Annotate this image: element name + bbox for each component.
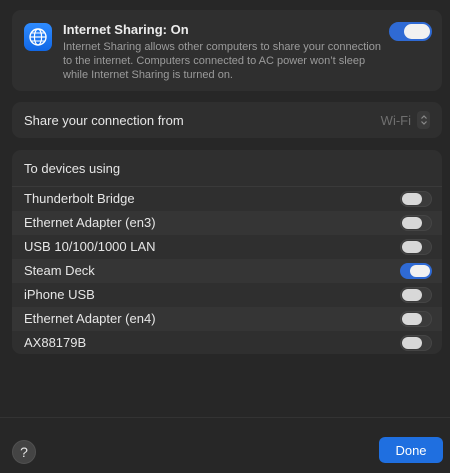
- device-toggle[interactable]: [400, 263, 432, 279]
- device-label: Thunderbolt Bridge: [24, 191, 135, 206]
- device-row-iphone-usb: iPhone USB: [12, 283, 442, 307]
- toggle-knob: [402, 241, 422, 253]
- device-toggle[interactable]: [400, 239, 432, 255]
- device-toggle[interactable]: [400, 191, 432, 207]
- page-title: Internet Sharing: On: [63, 22, 189, 37]
- device-row-thunderbolt-bridge: Thunderbolt Bridge: [12, 187, 442, 211]
- device-toggle[interactable]: [400, 215, 432, 231]
- device-label: Ethernet Adapter (en4): [24, 311, 156, 326]
- device-row-ethernet-en4: Ethernet Adapter (en4): [12, 307, 442, 331]
- device-row-usb-lan: USB 10/100/1000 LAN: [12, 235, 442, 259]
- devices-section: To devices using Thunderbolt Bridge Ethe…: [12, 150, 442, 354]
- share-from-label: Share your connection from: [24, 113, 184, 128]
- toggle-knob: [402, 289, 422, 301]
- footer-divider: [0, 417, 450, 418]
- share-from-value: Wi-Fi: [380, 112, 411, 128]
- chevron-up-down-icon: [417, 111, 430, 129]
- done-button[interactable]: Done: [379, 437, 443, 463]
- devices-title: To devices using: [24, 161, 121, 176]
- device-toggle[interactable]: [400, 311, 432, 327]
- header-description: Internet Sharing allows other computers …: [63, 41, 381, 81]
- toggle-knob: [410, 265, 430, 277]
- help-button[interactable]: ?: [12, 440, 36, 464]
- device-row-ax88179b: AX88179B: [12, 331, 442, 355]
- toggle-knob: [402, 193, 422, 205]
- toggle-knob: [402, 217, 422, 229]
- internet-sharing-header: Internet Sharing: On Internet Sharing al…: [12, 10, 442, 91]
- internet-sharing-toggle[interactable]: [389, 22, 432, 41]
- toggle-knob: [402, 313, 422, 325]
- device-row-ethernet-en3: Ethernet Adapter (en3): [12, 211, 442, 235]
- device-row-steam-deck: Steam Deck: [12, 259, 442, 283]
- device-label: USB 10/100/1000 LAN: [24, 239, 156, 254]
- device-label: iPhone USB: [24, 287, 95, 302]
- share-from-popup[interactable]: Wi-Fi: [381, 110, 430, 130]
- device-label: Ethernet Adapter (en3): [24, 215, 156, 230]
- device-list: Thunderbolt Bridge Ethernet Adapter (en3…: [12, 187, 442, 355]
- device-label: AX88179B: [24, 335, 87, 350]
- share-from-row: Share your connection from Wi-Fi: [12, 102, 442, 138]
- device-toggle[interactable]: [400, 335, 432, 351]
- device-toggle[interactable]: [400, 287, 432, 303]
- device-label: Steam Deck: [24, 263, 95, 278]
- toggle-knob: [404, 24, 430, 39]
- toggle-knob: [402, 337, 422, 349]
- globe-icon: [24, 23, 52, 51]
